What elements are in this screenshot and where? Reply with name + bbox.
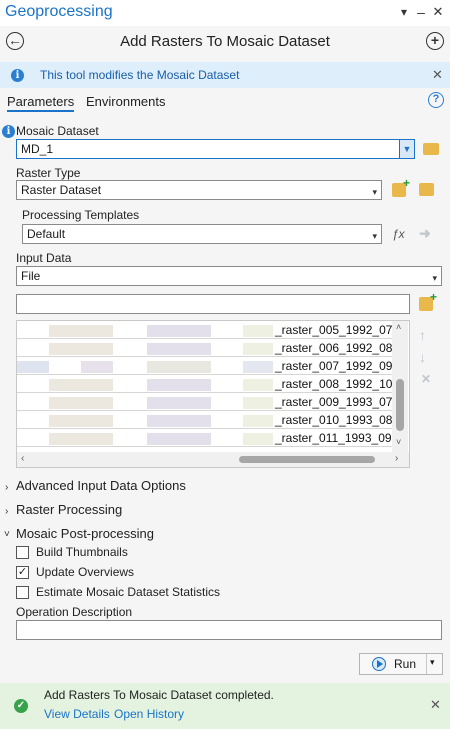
check-circle-icon: ✓ [14, 699, 28, 713]
dismiss-banner-icon[interactable]: ✕ [432, 67, 443, 83]
mosaic-dataset-value: MD_1 [21, 142, 54, 156]
file-name: _raster_005_1992_07.tif [275, 323, 406, 337]
input-files-list: _raster_005_1992_07.tif _raster_006_1992… [16, 320, 410, 468]
info-banner: i This tool modifies the Mosaic Dataset … [0, 62, 450, 88]
tool-title: Add Rasters To Mosaic Dataset [120, 33, 330, 50]
list-item[interactable]: _raster_010_1993_08.tif [17, 411, 405, 429]
run-options-icon[interactable]: ▾ [430, 657, 435, 668]
scroll-right-icon[interactable]: › [395, 453, 398, 464]
update-overviews-label: Update Overviews [36, 565, 135, 579]
status-message: Add Rasters To Mosaic Dataset completed. [44, 688, 274, 702]
list-item[interactable]: _raster_007_1992_09.tif [17, 357, 405, 375]
raster-type-properties-icon[interactable] [419, 183, 434, 196]
vertical-scrollbar[interactable]: ˄ ˅ [392, 321, 408, 452]
dismiss-status-icon[interactable]: ✕ [430, 697, 441, 713]
status-bar: ✓ Add Rasters To Mosaic Dataset complete… [0, 683, 450, 729]
input-path-field[interactable] [16, 294, 410, 314]
mosaic-dataset-field[interactable]: MD_1 [16, 139, 415, 159]
file-name: _raster_011_1993_09.tif [275, 431, 405, 445]
scroll-left-icon[interactable]: ‹ [21, 453, 24, 464]
section-raster-processing[interactable]: Raster Processing [16, 502, 122, 517]
chevron-right-icon[interactable]: › [5, 482, 8, 493]
pin-icon[interactable]: ‒ [413, 4, 429, 20]
pane-titlebar: Geoprocessing ▾ ‒ ✕ [0, 0, 450, 26]
processing-templates-value: Default [27, 227, 66, 241]
info-icon: i [11, 69, 24, 82]
vertical-scroll-thumb[interactable] [396, 379, 404, 431]
chevron-down-icon: ▾ [432, 273, 437, 283]
list-item[interactable]: _raster_008_1992_10.tif [17, 375, 405, 393]
estimate-statistics-checkbox[interactable] [16, 586, 29, 599]
list-item[interactable]: _raster_005_1992_07.tif [17, 321, 405, 339]
function-editor-icon[interactable]: ƒx [392, 227, 405, 241]
list-item[interactable]: _raster_011_1993_09.tif [17, 429, 404, 447]
folder-icon[interactable] [423, 143, 439, 155]
build-thumbnails-checkbox[interactable] [16, 546, 29, 559]
operation-description-label: Operation Description [16, 605, 133, 619]
input-data-value: File [21, 269, 41, 283]
section-post-processing[interactable]: Mosaic Post-processing [16, 526, 154, 541]
tab-parameters[interactable]: Parameters [7, 94, 75, 112]
close-pane-icon[interactable]: ✕ [430, 4, 446, 20]
build-thumbnails-label: Build Thumbnails [36, 545, 128, 559]
arrow-right-icon: ➜ [419, 225, 431, 241]
run-button[interactable]: Run ▾ [359, 653, 443, 675]
file-name: _raster_006_1992_08.tif [275, 341, 406, 355]
add-input-icon[interactable] [419, 290, 437, 311]
raster-type-select[interactable]: Raster Dataset ▾ [16, 180, 382, 200]
list-item[interactable]: _raster_006_1992_08.tif [17, 339, 405, 357]
operation-description-field[interactable] [16, 620, 442, 640]
tab-environments[interactable]: Environments [86, 94, 165, 109]
file-name: _raster_007_1992_09.tif [275, 359, 406, 373]
raster-type-value: Raster Dataset [21, 183, 102, 197]
scroll-down-icon[interactable]: ˅ [396, 437, 401, 447]
input-data-label: Input Data [16, 251, 72, 265]
parameter-info-icon[interactable]: i [2, 125, 15, 138]
pane-menu-icon[interactable]: ▾ [396, 4, 412, 20]
mosaic-dataset-label: Mosaic Dataset [16, 124, 99, 138]
view-details-link[interactable]: View Details [44, 707, 110, 721]
horizontal-scrollbar[interactable]: ‹ › [17, 452, 409, 467]
tool-header: ← Add Rasters To Mosaic Dataset + [0, 26, 450, 60]
play-icon [372, 657, 386, 671]
plus-circle-icon[interactable]: + [426, 32, 444, 50]
processing-templates-label: Processing Templates [22, 208, 140, 222]
chevron-right-icon[interactable]: › [5, 506, 8, 517]
horizontal-scroll-thumb[interactable] [239, 456, 375, 463]
chevron-down-icon[interactable]: ˅ [4, 529, 10, 540]
processing-templates-select[interactable]: Default ▾ [22, 224, 382, 244]
chevron-down-icon: ▾ [372, 187, 377, 197]
estimate-statistics-label: Estimate Mosaic Dataset Statistics [36, 585, 221, 599]
input-data-select[interactable]: File ▾ [16, 266, 442, 286]
file-name: _raster_009_1993_07.tif [275, 395, 406, 409]
mosaic-dataset-dropdown[interactable]: ▼ [399, 140, 414, 158]
open-history-link[interactable]: Open History [114, 707, 184, 721]
scroll-up-icon[interactable]: ˄ [396, 322, 401, 332]
raster-type-label: Raster Type [16, 166, 81, 180]
help-icon[interactable]: ? [428, 92, 444, 108]
move-down-icon: ↓ [419, 349, 426, 365]
file-name: _raster_010_1993_08.tif [275, 413, 406, 427]
chevron-down-icon: ▾ [372, 231, 377, 241]
add-raster-type-icon[interactable] [392, 176, 410, 197]
move-up-icon: ↑ [419, 327, 426, 343]
section-advanced-input[interactable]: Advanced Input Data Options [16, 478, 186, 493]
run-label: Run [394, 657, 417, 671]
remove-icon: ✕ [421, 372, 432, 386]
file-name: _raster_008_1992_10.tif [275, 377, 406, 391]
info-banner-text: This tool modifies the Mosaic Dataset [40, 68, 240, 82]
pane-title: Geoprocessing [5, 3, 113, 20]
update-overviews-checkbox[interactable]: ✓ [16, 566, 29, 579]
list-item[interactable]: _raster_009_1993_07.tif [17, 393, 405, 411]
